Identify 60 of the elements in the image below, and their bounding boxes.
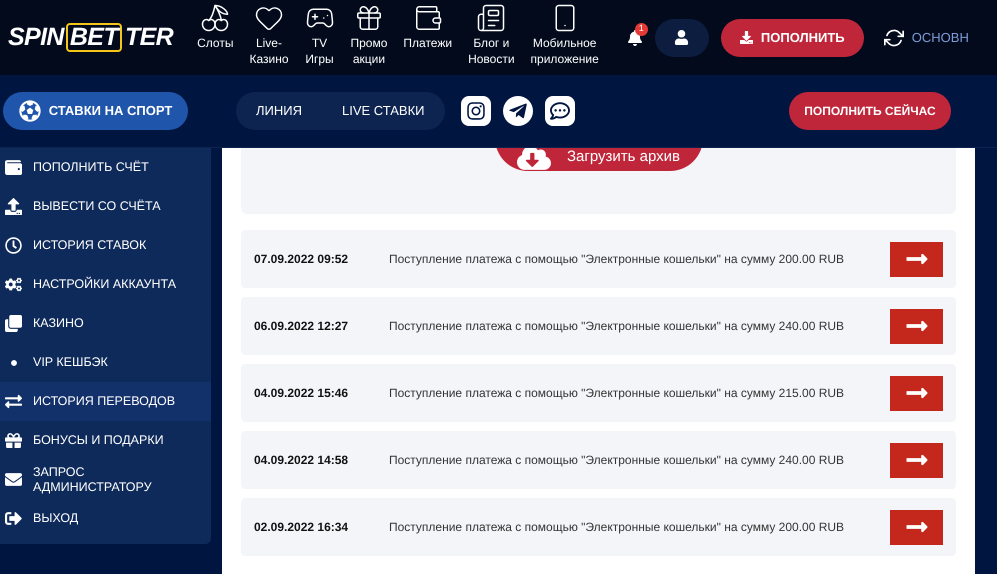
sports-bets-button[interactable]: СТАВКИ НА СПОРТ (3, 92, 188, 130)
nav-item[interactable]: Блог и Новости (460, 2, 523, 66)
transaction-description: Поступление платежа с помощью "Электронные кошельки" на сумму 240.00 RUB (389, 318, 846, 334)
logout-icon (5, 510, 22, 527)
deposit-now-button[interactable]: ПОПОЛНИТЬ СЕЙЧАС (789, 92, 951, 130)
wallet-icon (5, 159, 22, 176)
download-archive-button[interactable]: Загрузить архив (494, 148, 702, 171)
nav-item[interactable]: TV Игры (296, 2, 342, 66)
nav-item[interactable]: Промо акции (342, 2, 396, 66)
sidebar-item[interactable]: ВЫХОД (0, 499, 211, 538)
transaction-date: 04.09.2022 15:46 (254, 385, 350, 402)
balance-label[interactable]: ОСНОВН (912, 28, 969, 48)
sidebar-item[interactable]: КАЗИНО (0, 304, 211, 343)
transaction-date: 02.09.2022 16:34 (254, 519, 350, 536)
instagram-icon[interactable] (460, 96, 491, 126)
sidebar-item[interactable]: ВЫВЕСТИ СО СЧЁТА (0, 187, 211, 226)
envelope-icon (5, 471, 22, 488)
details-button[interactable] (890, 242, 943, 276)
chat-icon[interactable] (544, 96, 575, 126)
cherry-icon (200, 2, 230, 32)
details-button[interactable] (890, 510, 943, 544)
notification-badge: 1 (634, 22, 648, 36)
details-button[interactable] (890, 308, 943, 344)
bet-tab[interactable]: ЛИНИЯ (256, 101, 302, 121)
transaction-date: 07.09.2022 09:52 (254, 251, 350, 268)
transaction-date: 06.09.2022 12:27 (254, 318, 350, 335)
newspaper-icon (476, 2, 506, 32)
sidebar-item[interactable]: VIP КЕШБЭК (0, 343, 211, 382)
telegram-icon[interactable] (502, 96, 533, 126)
transaction-description: Поступление платежа с помощью "Электронные кошельки" на сумму 200.00 RUB (389, 250, 846, 268)
upload-icon (5, 198, 22, 215)
sidebar-item[interactable]: ИСТОРИЯ ПЕРЕВОДОВ (0, 382, 211, 421)
logo[interactable]: SPIN BET TER (8, 18, 174, 56)
gift-icon (5, 432, 22, 449)
transaction-description: Поступление платежа с помощью "Электронные кошельки" на сумму 240.00 RUB (389, 452, 846, 468)
nav-item[interactable]: Платежи (395, 2, 460, 50)
bet-tab[interactable]: LIVE СТАВКИ (342, 101, 425, 121)
clock-icon (5, 237, 22, 254)
details-button[interactable] (890, 442, 943, 478)
deposit-button[interactable]: ПОПОЛНИТЬ (720, 18, 864, 56)
sidebar-item[interactable]: БОНУСЫ И ПОДАРКИ (0, 421, 211, 460)
transaction-date: 04.09.2022 14:58 (254, 452, 350, 469)
nav-item[interactable]: Мобильное приложение (522, 2, 607, 66)
nav-item[interactable]: Слоты (189, 2, 242, 50)
bell-icon[interactable] (626, 30, 643, 46)
user-icon (674, 30, 690, 45)
sidebar-item[interactable]: ПОПОЛНИТЬ СЧЁТ (0, 148, 211, 187)
sidebar-item[interactable]: НАСТРОЙКИ АККАУНТА (0, 265, 211, 304)
profile-button[interactable] (654, 18, 709, 56)
download-icon (740, 31, 753, 44)
gears-icon (5, 276, 22, 293)
arrows-icon (5, 393, 22, 410)
refresh-icon[interactable] (884, 28, 904, 48)
transaction-description: Поступление платежа с помощью "Электронные кошельки" на сумму 215.00 RUB (389, 384, 846, 402)
transaction-description: Поступление платежа с помощью "Электронные кошельки" на сумму 200.00 RUB (389, 518, 846, 536)
sidebar-item[interactable]: ЗАПРОС АДМИНИСТРАТОРУ (0, 460, 211, 499)
details-button[interactable] (890, 376, 943, 410)
cards-icon (5, 315, 22, 332)
sidebar-item[interactable]: ИСТОРИЯ СТАВОК (0, 226, 211, 265)
nav-item[interactable]: Live- Казино (241, 2, 296, 66)
